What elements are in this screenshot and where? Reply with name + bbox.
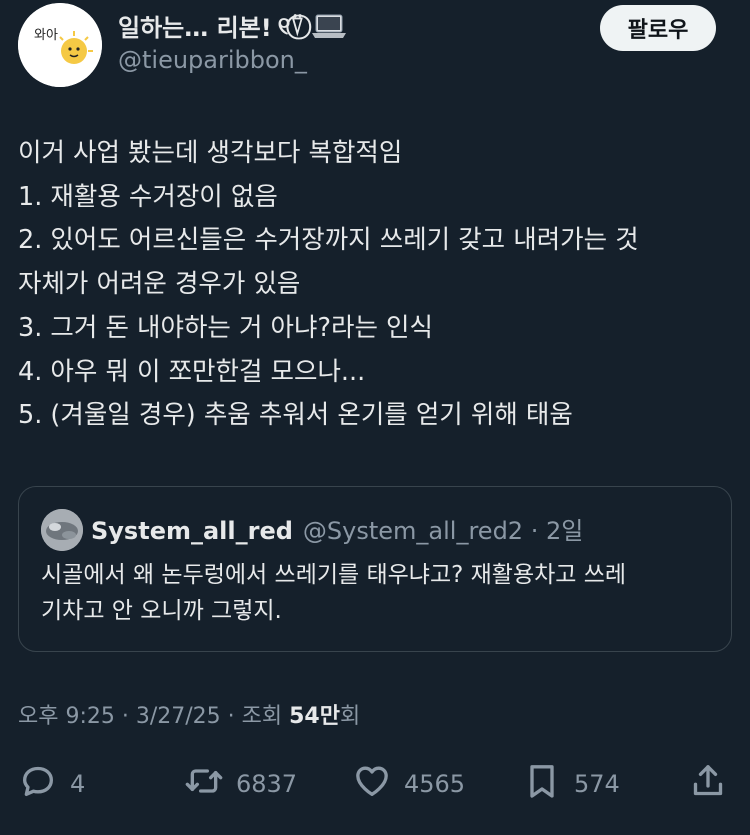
quoted-tweet-text: 시골에서 왜 논두렁에서 쓰레기를 태우냐고? 재활용차고 쓰레 기차고 안 오… xyxy=(41,557,721,629)
reply-count: 4 xyxy=(70,770,86,798)
quoted-author-handle-time: @System_all_red2 · 2일 xyxy=(302,517,584,545)
quoted-author: System_all_red @System_all_red2 · 2일 xyxy=(91,511,583,546)
quoted-author-name: System_all_red xyxy=(91,517,293,545)
tweet-line: 이거 사업 봤는데 생각보다 복합적임 xyxy=(18,138,403,168)
share-icon xyxy=(688,761,728,807)
quoted-tweet[interactable]: System_all_red @System_all_red2 · 2일 시골에… xyxy=(18,486,732,652)
author-name[interactable]: 일하는… 리본! ୧⍢⃝ xyxy=(118,8,347,43)
reply-button[interactable]: 4 xyxy=(18,760,85,808)
svg-text:와아: 와아 xyxy=(34,28,58,43)
tweet-line: 1. 재활용 수거장이 없음 xyxy=(18,181,278,212)
quote-line: 기차고 안 오니까 그렇지. xyxy=(41,598,282,624)
quoted-author-avatar xyxy=(41,509,83,551)
heart-icon xyxy=(352,761,392,807)
tweet-meta: 오후 9:25 · 3/27/25 · 조회 54만회 xyxy=(18,698,360,730)
bookmark-button[interactable]: 574 xyxy=(522,760,620,808)
tweet-actions: 4 6837 4565 574 xyxy=(0,760,750,808)
bookmark-icon xyxy=(522,761,562,807)
retweet-icon xyxy=(184,761,224,807)
tweet-line: 자체가 어려운 경우가 있음 xyxy=(18,269,301,300)
laptop-icon xyxy=(311,11,347,41)
author-name-emoticon: ୧⍢⃝ xyxy=(277,11,305,40)
view-count: 54만 xyxy=(289,704,340,729)
tweet-line: 2. 있어도 어르신들은 수거장까지 쓰레기 갖고 내려가는 것 xyxy=(18,225,639,256)
retweet-button[interactable]: 6837 xyxy=(184,760,297,808)
tweet-header: 와아 일하는… 리본! ୧⍢⃝ @tieuparibbon_ 팔로우 xyxy=(0,0,750,100)
tweet-line: 3. 그거 돈 내야하는 거 아냐?라는 인식 xyxy=(18,312,433,343)
tweet-text: 이거 사업 봤는데 생각보다 복합적임 1. 재활용 수거장이 없음 2. 있어… xyxy=(18,132,738,438)
tweet-timestamp[interactable]: 오후 9:25 · 3/27/25 · 조회 xyxy=(18,704,289,729)
tweet-line: 5. (겨울일 경우) 추움 추워서 온기를 얻기 위해 태움 xyxy=(18,400,573,431)
bookmark-count: 574 xyxy=(574,770,620,798)
author-avatar[interactable]: 와아 xyxy=(18,3,102,87)
follow-button[interactable]: 팔로우 xyxy=(600,5,716,51)
reply-icon xyxy=(18,761,58,807)
share-button[interactable] xyxy=(688,760,728,808)
author-name-text: 일하는… 리본! xyxy=(118,14,272,42)
tweet-line: 4. 아우 뭐 이 쪼만한걸 모으나... xyxy=(18,356,366,387)
author-handle[interactable]: @tieuparibbon_ xyxy=(118,46,307,74)
like-count: 4565 xyxy=(404,770,466,798)
view-count-suffix: 회 xyxy=(339,704,361,729)
retweet-count: 6837 xyxy=(236,770,298,798)
like-button[interactable]: 4565 xyxy=(352,760,465,808)
quote-line: 시골에서 왜 논두렁에서 쓰레기를 태우냐고? 재활용차고 쓰레 xyxy=(41,562,627,588)
